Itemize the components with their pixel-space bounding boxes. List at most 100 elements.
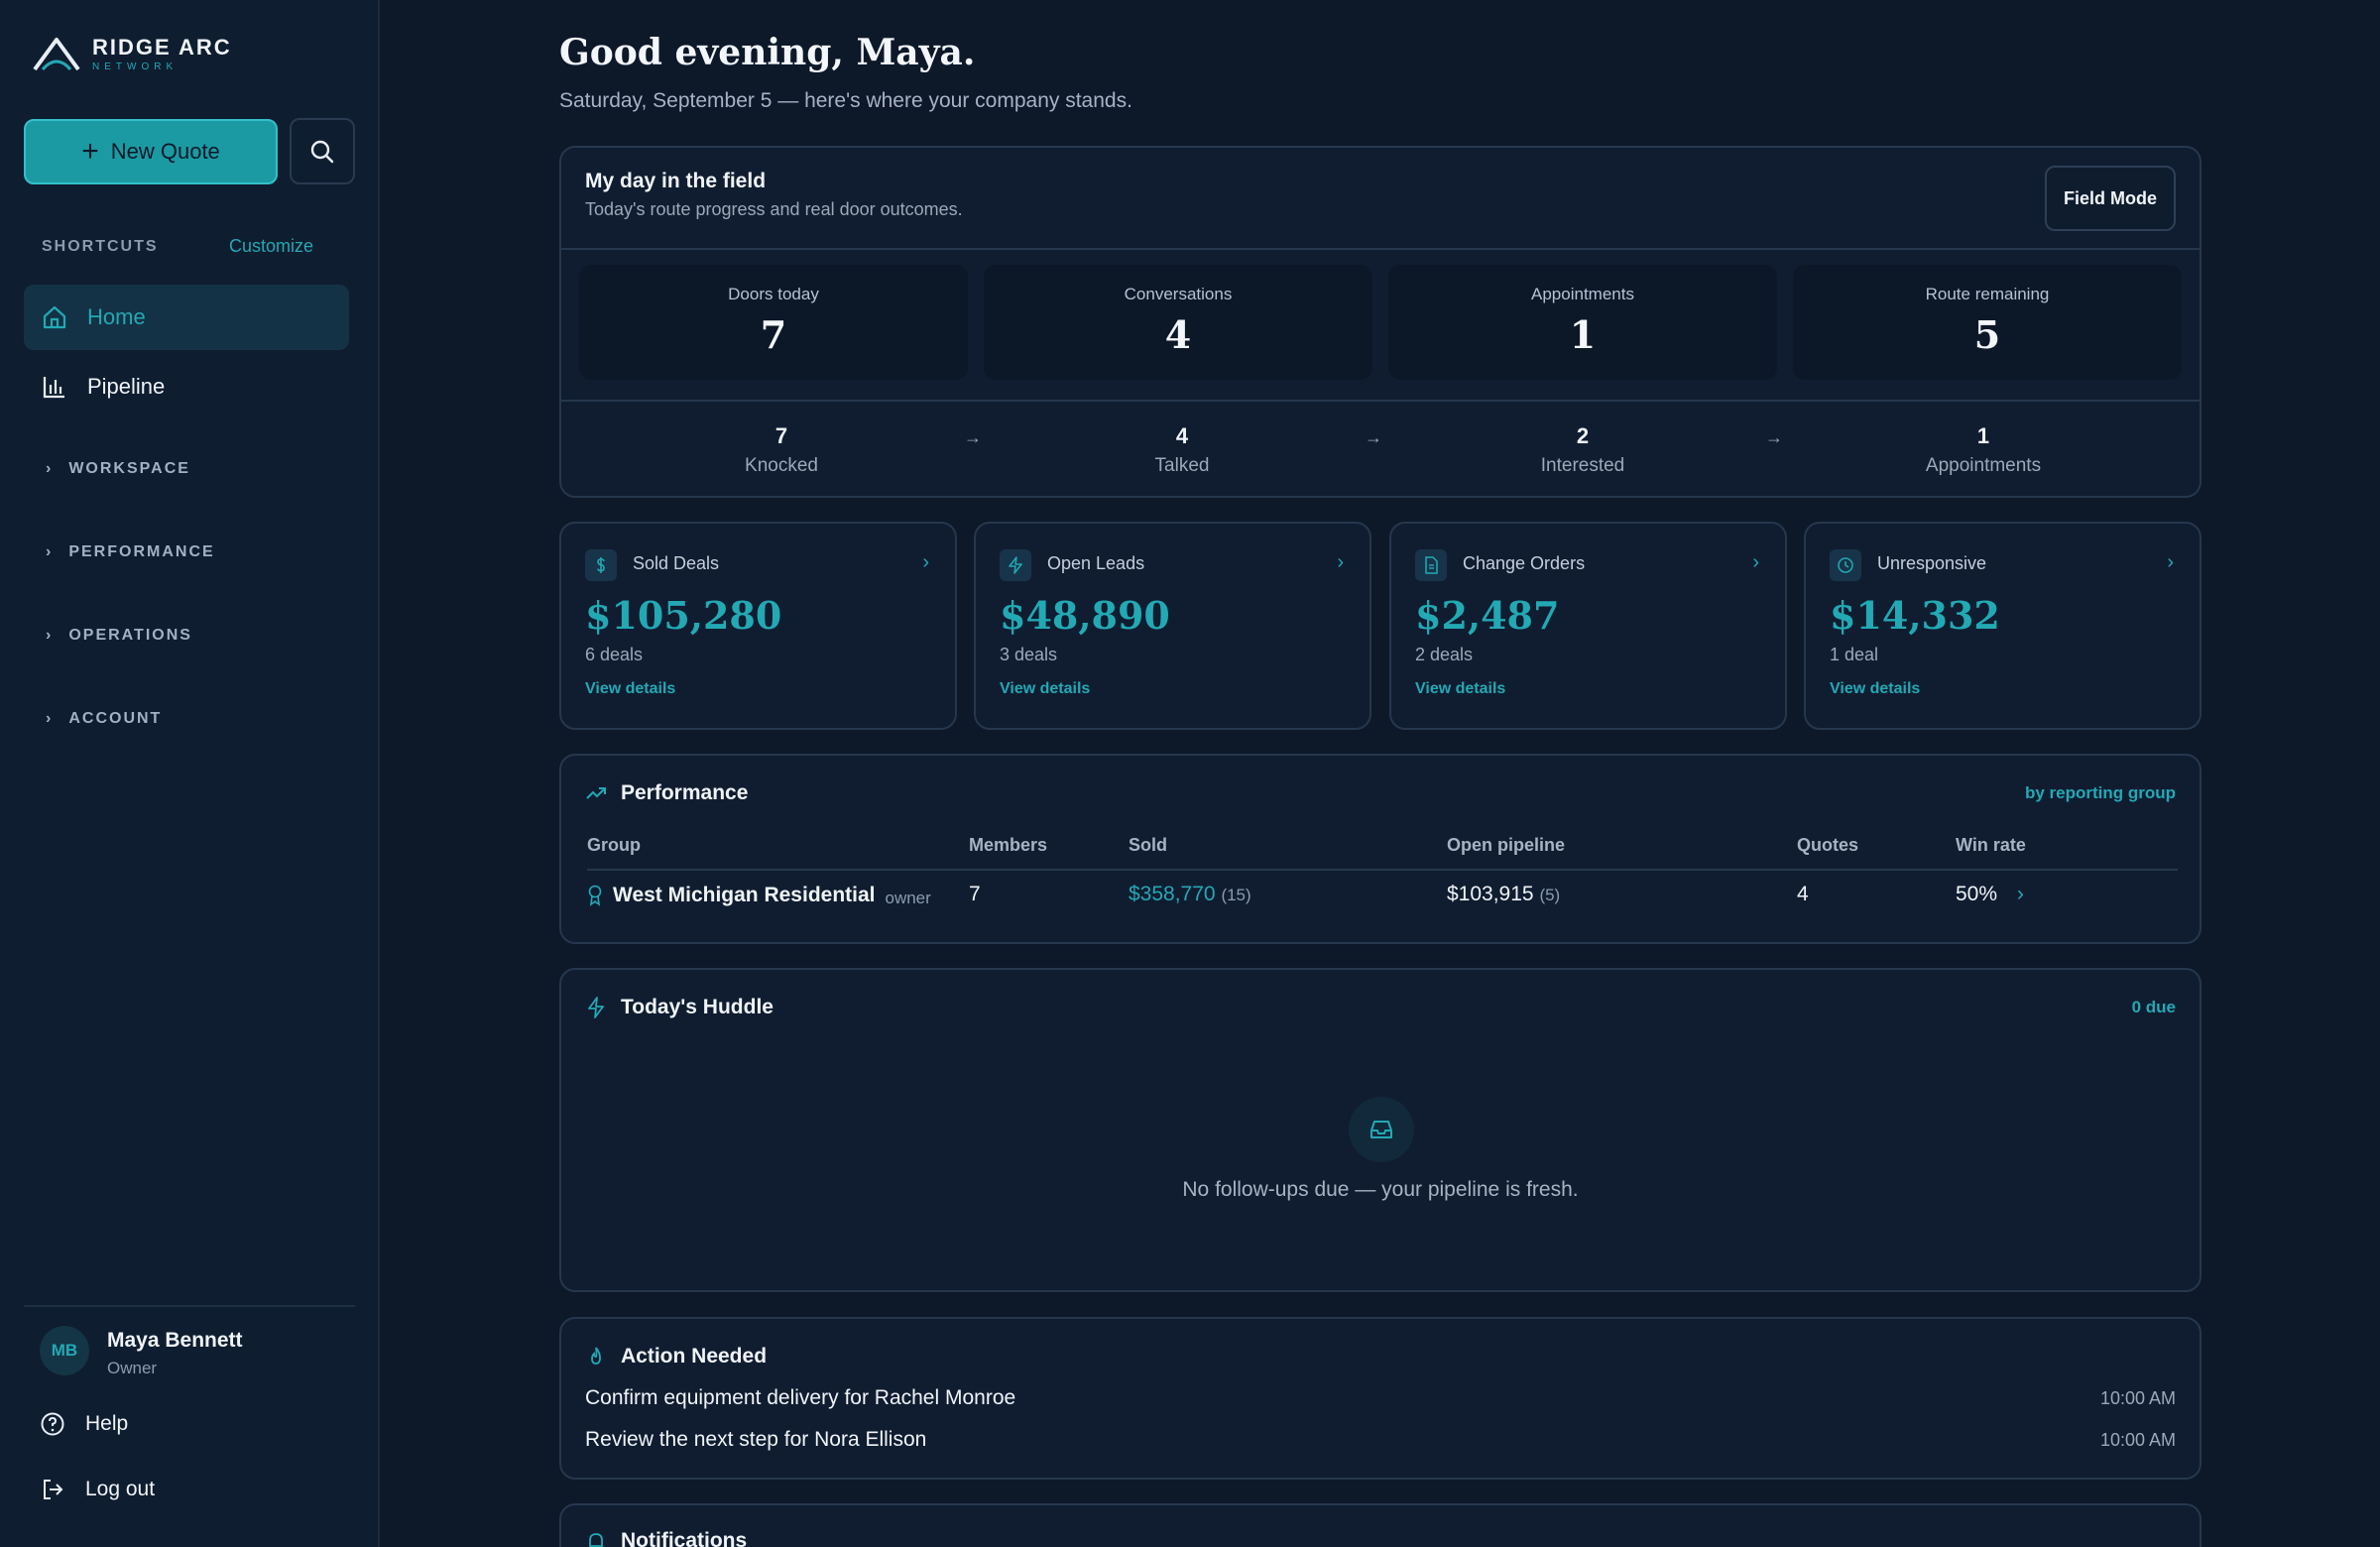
flame-icon xyxy=(591,1347,601,1365)
kpi-card-open-leads[interactable]: Open Leads › $48,890 3 deals View detail… xyxy=(974,522,1371,730)
kpi-card-change-orders[interactable]: Change Orders › $2,487 2 deals View deta… xyxy=(1389,522,1787,730)
sold-cell[interactable]: $358,770 (15) xyxy=(1129,883,1251,906)
open-count: (5) xyxy=(1539,886,1561,904)
brand-logo[interactable]: RIDGE ARC NETWORK xyxy=(33,36,232,73)
section-label: PERFORMANCE xyxy=(68,543,215,560)
logout-link[interactable]: Log out xyxy=(40,1477,155,1502)
kpi-count: 6 deals xyxy=(585,645,644,664)
dollar-icon xyxy=(585,549,617,581)
kpi-value: $105,280 xyxy=(585,593,782,638)
action-item[interactable]: Review the next step for Nora Ellison xyxy=(585,1428,926,1452)
sidebar-section-workspace[interactable]: › WORKSPACE xyxy=(46,460,190,478)
column-header: Members xyxy=(969,835,1048,855)
section-label: ACCOUNT xyxy=(68,710,163,727)
open-pipeline-cell: $103,915 (5) xyxy=(1447,883,1560,906)
group-by-toggle[interactable]: by reporting group xyxy=(2025,783,2176,803)
avatar[interactable]: MB xyxy=(40,1326,89,1375)
column-header: Win rate xyxy=(1956,835,2026,855)
performance-card: Performance by reporting group Group Mem… xyxy=(559,754,2202,944)
chevron-right-icon[interactable]: › xyxy=(2017,883,2024,905)
empty-state-message: No follow-ups due — your pipeline is fre… xyxy=(1182,1178,1579,1201)
kpi-label: Change Orders xyxy=(1463,553,1586,573)
bolt-icon xyxy=(1000,549,1031,581)
badge-icon xyxy=(588,885,602,906)
sold-count: (15) xyxy=(1221,886,1251,904)
home-icon xyxy=(43,305,66,329)
field-day-card: My day in the field Today's route progre… xyxy=(559,146,2202,498)
sidebar: RIDGE ARC NETWORK + New Quote SHORTCUTS … xyxy=(0,0,380,1547)
funnel-step-talked: 4 Talked xyxy=(1083,423,1281,477)
customize-link[interactable]: Customize xyxy=(229,236,313,257)
inbox-icon xyxy=(1349,1097,1414,1162)
quotes-cell: 4 xyxy=(1797,883,1809,905)
stat-value: 1 xyxy=(1569,312,1597,357)
action-needed-card: Action Needed Confirm equipment delivery… xyxy=(559,1317,2202,1480)
action-item[interactable]: Confirm equipment delivery for Rachel Mo… xyxy=(585,1386,1015,1410)
group-name: West Michigan Residential xyxy=(613,884,876,906)
sidebar-item-home[interactable]: Home xyxy=(24,285,349,350)
kpi-card-unresponsive[interactable]: Unresponsive › $14,332 1 deal View detai… xyxy=(1804,522,2202,730)
stat-conversations: Conversations 4 xyxy=(984,265,1372,380)
performance-header: Performance xyxy=(585,781,748,805)
huddle-due-count[interactable]: 0 due xyxy=(2132,998,2176,1017)
help-link[interactable]: Help xyxy=(40,1411,128,1437)
sidebar-item-pipeline[interactable]: Pipeline xyxy=(24,354,349,419)
chevron-right-icon: › xyxy=(46,710,54,727)
new-quote-label: New Quote xyxy=(110,139,220,164)
members-cell: 7 xyxy=(969,883,981,905)
table-divider xyxy=(587,869,2178,871)
search-icon xyxy=(310,140,334,163)
bell-icon xyxy=(589,1533,603,1547)
divider xyxy=(561,400,2200,402)
column-header: Sold xyxy=(1129,835,1167,855)
kpi-card-sold-deals[interactable]: Sold Deals › $105,280 6 deals View detai… xyxy=(559,522,957,730)
user-role: Owner xyxy=(107,1359,158,1377)
view-details-link[interactable]: View details xyxy=(1415,680,1505,698)
logo-mark-icon xyxy=(33,38,80,71)
kpi-label: Unresponsive xyxy=(1877,553,1987,573)
table-row-group[interactable]: West Michigan Residential owner xyxy=(587,883,931,908)
kpi-count: 3 deals xyxy=(1000,645,1058,664)
bolt-icon xyxy=(588,997,604,1018)
group-role: owner xyxy=(885,889,931,907)
stat-value: 5 xyxy=(1973,312,2001,357)
view-details-link[interactable]: View details xyxy=(1830,680,1920,698)
field-day-subtitle: Today's route progress and real door out… xyxy=(585,199,963,219)
chevron-right-icon: › xyxy=(46,460,54,477)
stat-label: Conversations xyxy=(1124,285,1233,303)
chevron-right-icon: › xyxy=(46,627,54,644)
funnel-step-knocked: 7 Knocked xyxy=(682,423,881,477)
chevron-right-icon: › xyxy=(2167,551,2174,573)
stat-label: Doors today xyxy=(728,285,819,303)
kpi-value: $48,890 xyxy=(1000,593,1170,638)
sidebar-section-operations[interactable]: › OPERATIONS xyxy=(46,627,192,645)
chevron-right-icon: › xyxy=(1337,551,1344,573)
sidebar-section-performance[interactable]: › PERFORMANCE xyxy=(46,543,215,561)
funnel-label: Appointments xyxy=(1925,455,2042,476)
help-circle-icon xyxy=(41,1412,64,1436)
huddle-card: Today's Huddle 0 due No follow-ups due —… xyxy=(559,968,2202,1292)
stat-route-remaining: Route remaining 5 xyxy=(1793,265,2182,380)
view-details-link[interactable]: View details xyxy=(1000,680,1090,698)
funnel-value: 4 xyxy=(1175,423,1189,448)
chevron-right-icon: › xyxy=(922,551,929,573)
sidebar-item-label: Home xyxy=(87,304,146,329)
plus-icon: + xyxy=(81,135,99,168)
chevron-right-icon: › xyxy=(1752,551,1759,573)
sold-value: $358,770 xyxy=(1129,883,1216,905)
column-header: Quotes xyxy=(1797,835,1859,855)
stat-value: 7 xyxy=(760,312,787,357)
page-title: Good evening, Maya. xyxy=(559,32,976,73)
field-mode-button[interactable]: Field Mode xyxy=(2045,166,2176,231)
kpi-count: 2 deals xyxy=(1415,645,1474,664)
funnel-step-appointments: 1 Appointments xyxy=(1884,423,2082,477)
search-button[interactable] xyxy=(290,118,355,184)
sidebar-section-account[interactable]: › ACCOUNT xyxy=(46,710,162,728)
document-icon xyxy=(1415,549,1447,581)
new-quote-button[interactable]: + New Quote xyxy=(24,119,278,184)
stat-doors-today: Doors today 7 xyxy=(579,265,968,380)
clock-icon xyxy=(1830,549,1861,581)
bar-chart-icon xyxy=(43,377,64,399)
view-details-link[interactable]: View details xyxy=(585,680,675,698)
win-rate-value: 50% xyxy=(1956,883,1998,905)
